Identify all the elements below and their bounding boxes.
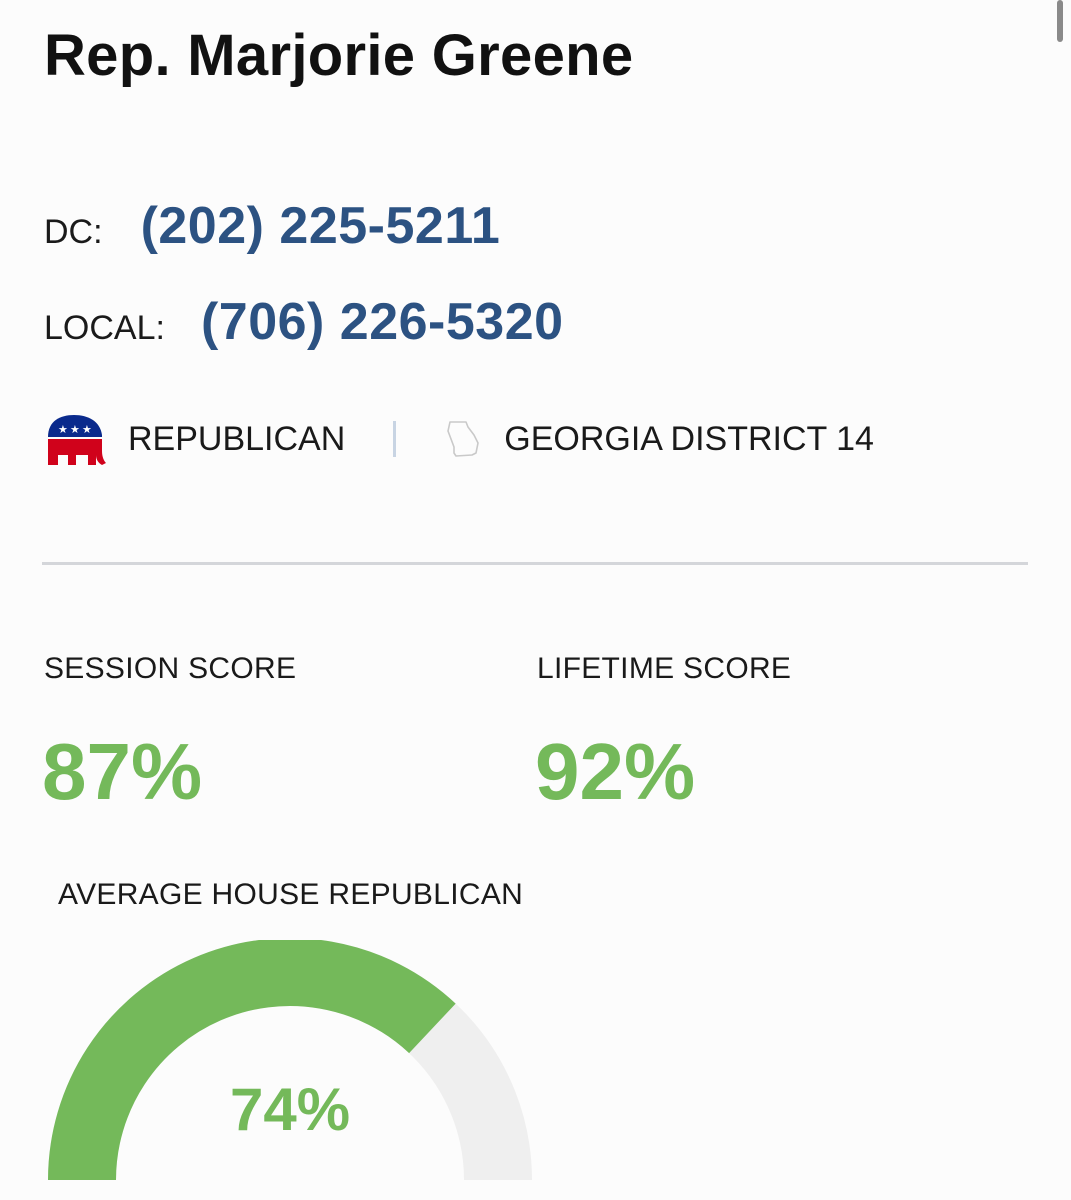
divider (393, 421, 397, 457)
local-phone-label: LOCAL: (44, 309, 165, 347)
republican-elephant-icon: ★ ★ ★ (48, 415, 106, 465)
local-phone-row: LOCAL: (706) 226-5320 (44, 292, 564, 352)
scorecard-page: Rep. Marjorie Greene DC: (202) 225-5211 … (0, 0, 1071, 1200)
lifetime-score-label: LIFETIME SCORE (537, 652, 792, 685)
district-label: GEORGIA DISTRICT 14 (504, 419, 874, 458)
gauge-graphic (48, 940, 532, 1181)
scrollbar[interactable] (1057, 0, 1063, 42)
svg-text:★: ★ (70, 423, 80, 436)
lifetime-score-value: 92% (535, 727, 696, 816)
session-score-value: 87% (42, 727, 203, 816)
georgia-outline-icon (447, 421, 480, 457)
svg-text:★: ★ (82, 423, 92, 436)
dc-phone-label: DC: (44, 213, 103, 251)
dc-phone-row: DC: (202) 225-5211 (44, 196, 500, 256)
affiliation-row: ★ ★ ★ REPUBLICAN GEORGIA DISTRICT 14 (44, 410, 874, 468)
local-phone-link[interactable]: (706) 226-5320 (201, 292, 564, 352)
section-divider (42, 562, 1028, 565)
party-label: REPUBLICAN (128, 419, 346, 458)
average-score-value: 74% (229, 1076, 351, 1143)
session-score-label: SESSION SCORE (44, 652, 297, 685)
svg-text:★: ★ (58, 423, 68, 436)
representative-name: Rep. Marjorie Greene (44, 23, 634, 88)
average-score-gauge: 74% (48, 940, 532, 1200)
dc-phone-link[interactable]: (202) 225-5211 (141, 196, 501, 256)
average-house-republican-label: AVERAGE HOUSE REPUBLICAN (58, 878, 524, 911)
